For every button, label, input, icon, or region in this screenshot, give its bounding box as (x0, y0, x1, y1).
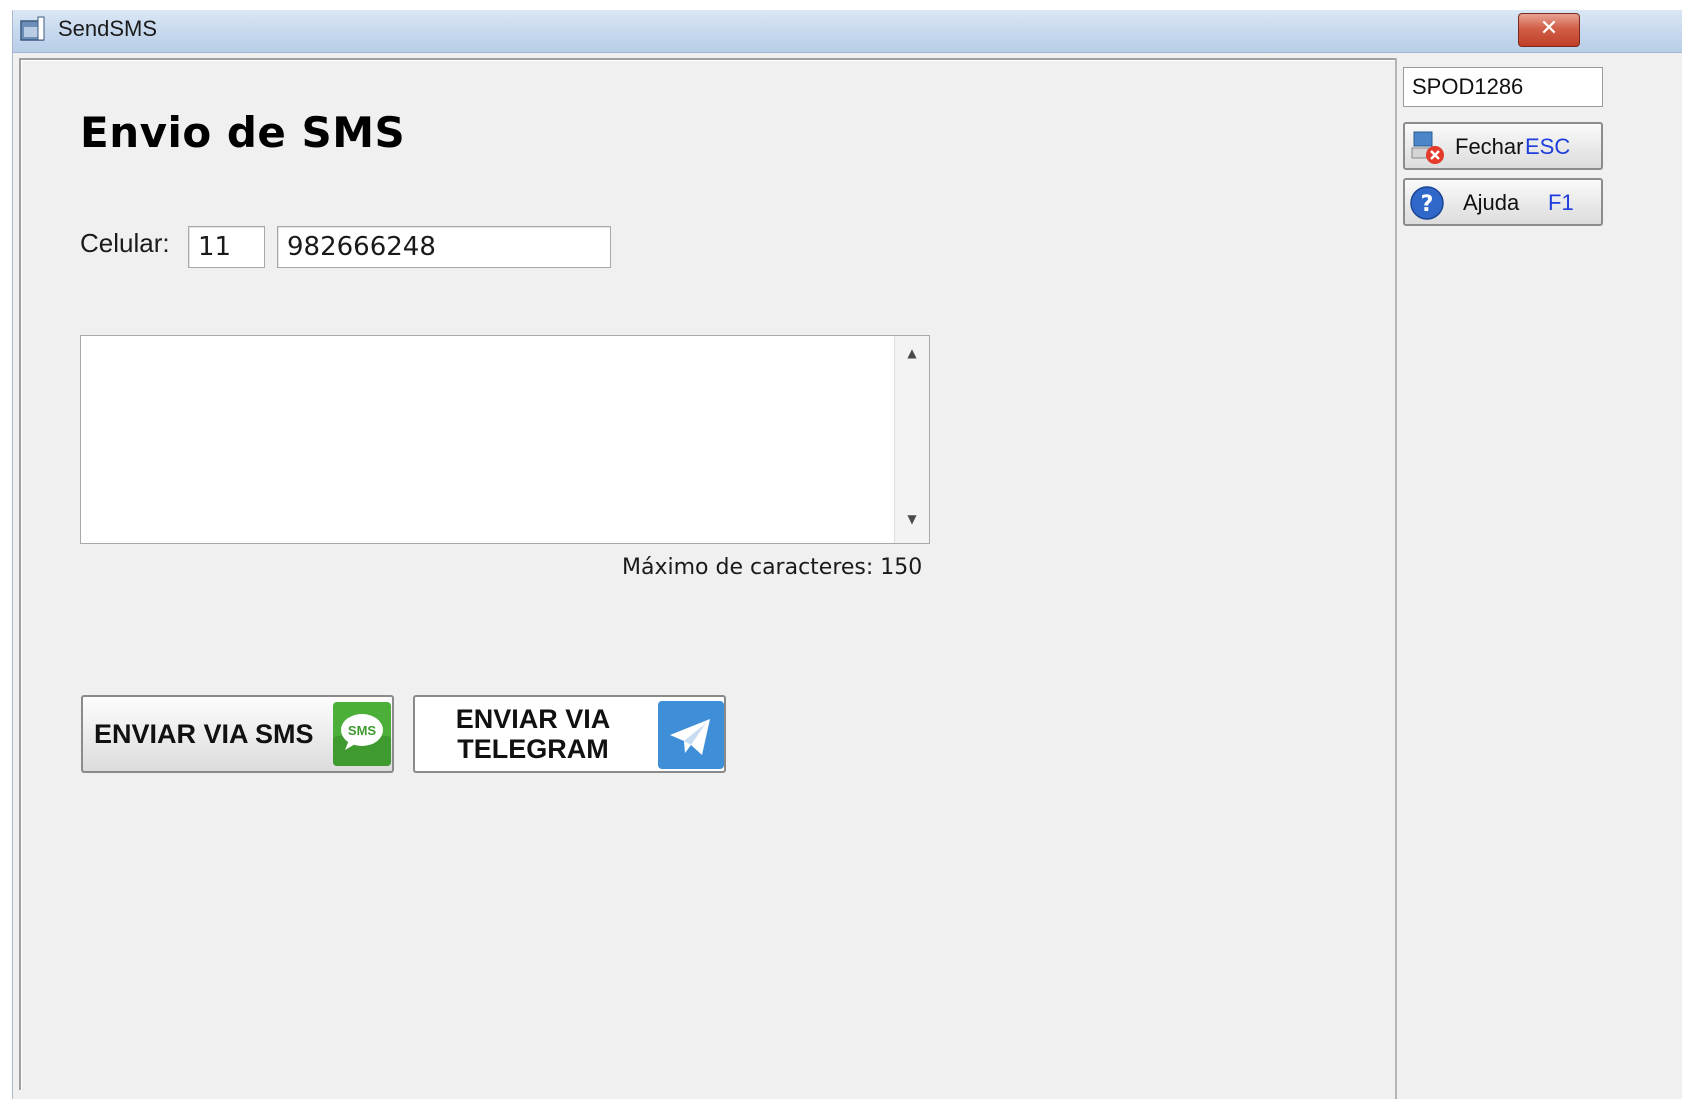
code-field[interactable]: SPOD1286 (1403, 67, 1603, 107)
send-telegram-button[interactable]: ENVIAR VIA TELEGRAM (413, 695, 726, 773)
close-icon: ✕ (1539, 16, 1559, 41)
fechar-button[interactable]: Fechar ESC (1403, 122, 1603, 170)
send-sms-label: ENVIAR VIA SMS (94, 719, 314, 749)
max-chars-label: Máximo de caracteres: 150 (622, 555, 923, 580)
scroll-down-icon[interactable]: ▼ (895, 512, 929, 526)
send-telegram-label: ENVIAR VIA TELEGRAM (435, 704, 631, 764)
close-button[interactable]: ✕ (1518, 13, 1580, 47)
send-telegram-label-line2: TELEGRAM (457, 734, 609, 764)
send-sms-button[interactable]: ENVIAR VIA SMS SMS (81, 695, 394, 773)
main-form-area: Envio de SMS Celular: 11 982666248 ▲ ▼ M… (19, 58, 1398, 1090)
fechar-label: Fechar (1455, 134, 1524, 159)
sms-bubble-icon: SMS (333, 702, 391, 766)
paper-plane-icon (658, 701, 724, 769)
send-telegram-label-line1: ENVIAR VIA (455, 704, 611, 734)
close-computer-icon (1411, 131, 1444, 164)
ajuda-button[interactable]: ? Ajuda F1 (1403, 178, 1603, 226)
help-icon: ? (1410, 186, 1444, 220)
sendsms-window: SendSMS ✕ Envio de SMS Celular: 11 98266… (12, 10, 1682, 1099)
ajuda-label: Ajuda (1463, 190, 1520, 215)
title-bar: SendSMS ✕ (13, 10, 1682, 53)
window-app-icon (20, 16, 45, 41)
svg-text:?: ? (1421, 192, 1434, 217)
ajuda-shortcut: F1 (1548, 190, 1574, 215)
ddd-input[interactable]: 11 (188, 226, 265, 268)
celular-label: Celular: (80, 228, 170, 258)
message-textarea[interactable]: ▲ ▼ (80, 335, 930, 544)
message-scrollbar[interactable]: ▲ ▼ (894, 336, 929, 543)
scroll-up-icon[interactable]: ▲ (895, 346, 929, 360)
phone-input[interactable]: 982666248 (277, 226, 611, 268)
fechar-shortcut: ESC (1525, 134, 1571, 159)
window-title: SendSMS (58, 16, 158, 41)
page-title: Envio de SMS (80, 108, 406, 157)
side-panel: SPOD1286 Fechar ESC ? Ajuda F1 (1395, 58, 1682, 1099)
svg-text:SMS: SMS (348, 723, 377, 738)
